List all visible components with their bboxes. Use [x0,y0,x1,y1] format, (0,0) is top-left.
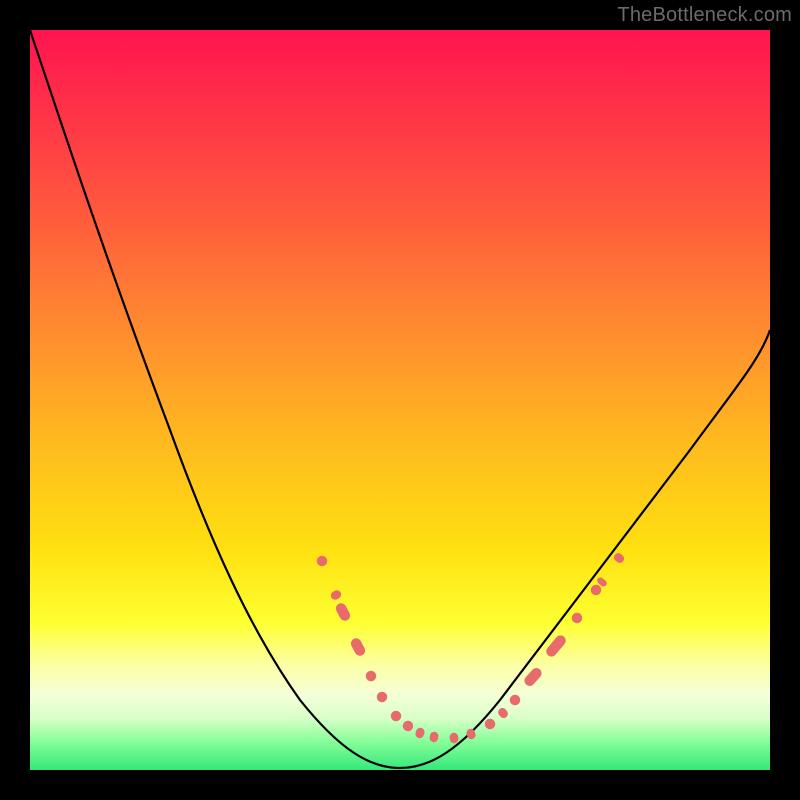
chart-frame: TheBottleneck.com [0,0,800,800]
plot-area [30,30,770,770]
watermark-text: TheBottleneck.com [617,4,792,27]
bottleneck-curve [30,30,770,768]
curve-layer [30,30,770,770]
highlight-markers [315,552,625,744]
